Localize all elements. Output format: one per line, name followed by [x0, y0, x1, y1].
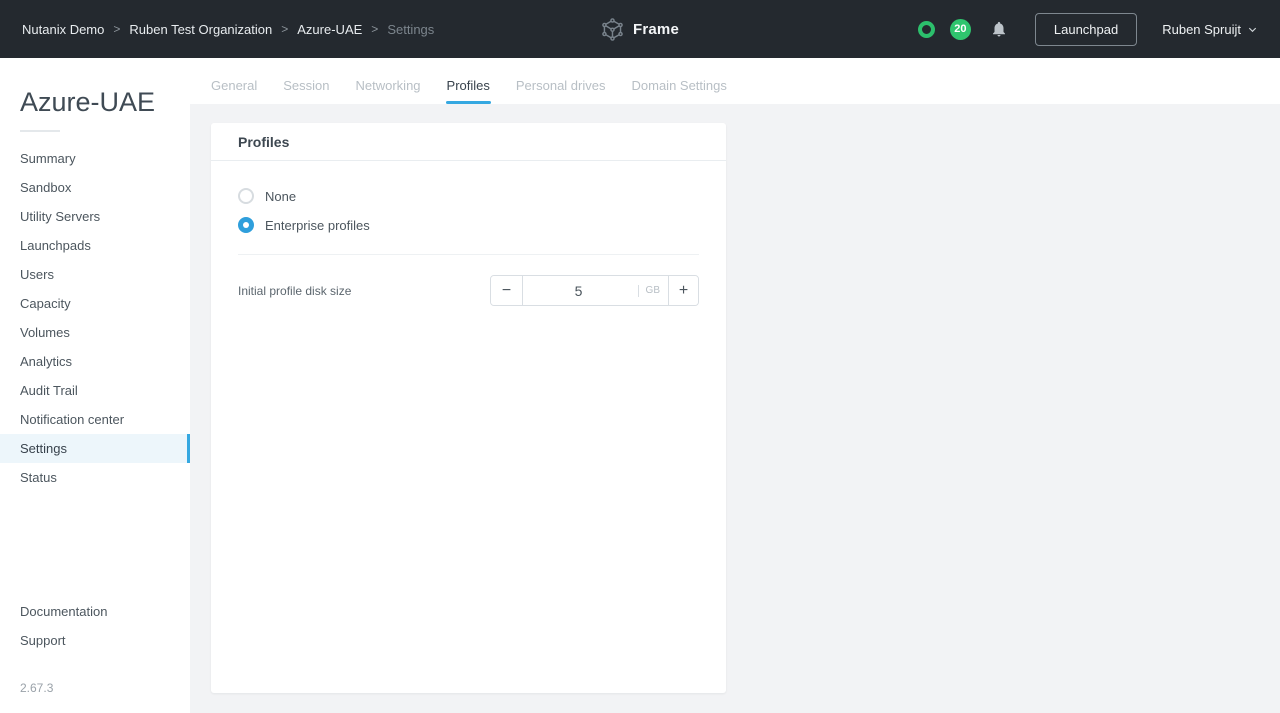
increase-disk-size-button[interactable]: +	[668, 276, 698, 305]
breadcrumb-item-account-name[interactable]: Azure-UAE	[297, 22, 362, 37]
sidebar-item-status[interactable]: Status	[0, 463, 190, 492]
frame-logo[interactable]: Frame	[601, 0, 679, 58]
radio-unselected-icon	[238, 188, 254, 204]
breadcrumb-separator: >	[371, 22, 378, 36]
disk-size-unit: GB	[638, 285, 660, 297]
capacity-status-ring-icon[interactable]	[918, 21, 935, 38]
radio-option-none[interactable]: None	[238, 183, 699, 209]
breadcrumb-separator: >	[113, 22, 120, 36]
sidebar-item-documentation[interactable]: Documentation	[0, 597, 190, 626]
session-count-badge[interactable]: 20	[950, 19, 971, 40]
top-header: Nutanix Demo > Ruben Test Organization >…	[0, 0, 1280, 58]
sidebar-item-support[interactable]: Support	[0, 626, 190, 655]
radio-option-enterprise-profiles[interactable]: Enterprise profiles	[238, 212, 699, 238]
settings-tabs: General Session Networking Profiles Pers…	[190, 58, 1280, 104]
launchpad-button[interactable]: Launchpad	[1035, 13, 1137, 46]
user-menu[interactable]: Ruben Spruijt	[1162, 22, 1258, 37]
account-title: Azure-UAE	[20, 86, 190, 118]
sidebar-item-users[interactable]: Users	[0, 260, 190, 289]
frame-logo-text: Frame	[633, 21, 679, 38]
frame-cube-icon	[601, 18, 624, 41]
tab-networking[interactable]: Networking	[356, 78, 421, 95]
breadcrumb: Nutanix Demo > Ruben Test Organization >…	[22, 22, 434, 37]
sidebar-item-sandbox[interactable]: Sandbox	[0, 173, 190, 202]
breadcrumb-item-organization[interactable]: Ruben Test Organization	[129, 22, 272, 37]
tab-session[interactable]: Session	[283, 78, 329, 95]
sidebar-item-capacity[interactable]: Capacity	[0, 289, 190, 318]
breadcrumb-item-current-page: Settings	[387, 22, 434, 37]
main-content: General Session Networking Profiles Pers…	[190, 58, 1280, 713]
breadcrumb-item-account[interactable]: Nutanix Demo	[22, 22, 104, 37]
section-divider	[238, 254, 699, 255]
card-title: Profiles	[238, 134, 289, 150]
sidebar-item-volumes[interactable]: Volumes	[0, 318, 190, 347]
disk-size-row: Initial profile disk size − GB +	[238, 275, 699, 306]
notifications-bell-icon[interactable]	[990, 20, 1008, 38]
sidebar-item-summary[interactable]: Summary	[0, 144, 190, 173]
card-header: Profiles	[211, 123, 726, 161]
sidebar: Azure-UAE Summary Sandbox Utility Server…	[0, 58, 190, 713]
tab-personal-drives[interactable]: Personal drives	[516, 78, 606, 95]
disk-size-stepper: − GB +	[490, 275, 699, 306]
app-version: 2.67.3	[20, 681, 170, 695]
sidebar-item-audit-trail[interactable]: Audit Trail	[0, 376, 190, 405]
sidebar-item-settings[interactable]: Settings	[0, 434, 190, 463]
sidebar-item-notification-center[interactable]: Notification center	[0, 405, 190, 434]
profiles-card: Profiles None Enterprise profiles Initia…	[211, 123, 726, 693]
profiles-page: Profiles None Enterprise profiles Initia…	[190, 104, 1280, 713]
sidebar-item-analytics[interactable]: Analytics	[0, 347, 190, 376]
radio-selected-icon	[238, 217, 254, 233]
decrease-disk-size-button[interactable]: −	[491, 276, 523, 305]
sidebar-item-utility-servers[interactable]: Utility Servers	[0, 202, 190, 231]
radio-option-enterprise-profiles-label: Enterprise profiles	[265, 218, 370, 233]
tab-domain-settings[interactable]: Domain Settings	[632, 78, 727, 95]
chevron-down-icon	[1247, 24, 1258, 35]
tab-general[interactable]: General	[211, 78, 257, 95]
sidebar-divider	[20, 130, 60, 132]
breadcrumb-separator: >	[281, 22, 288, 36]
sidebar-item-launchpads[interactable]: Launchpads	[0, 231, 190, 260]
disk-size-label: Initial profile disk size	[238, 284, 351, 298]
radio-option-none-label: None	[265, 189, 296, 204]
user-name: Ruben Spruijt	[1162, 22, 1241, 37]
tab-profiles[interactable]: Profiles	[447, 78, 490, 95]
